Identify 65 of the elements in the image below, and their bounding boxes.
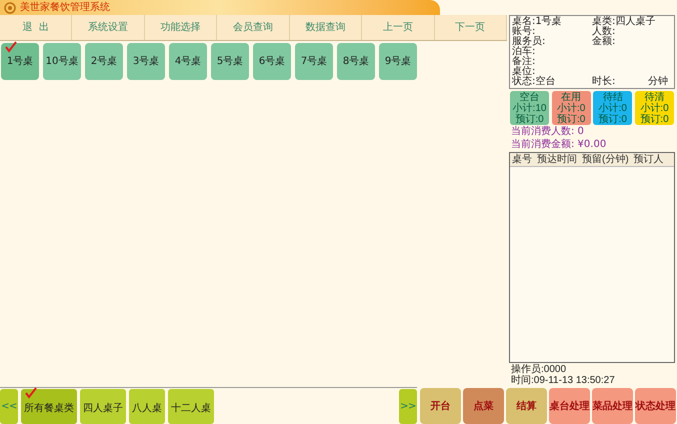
column-header: 桌号 [512, 152, 532, 167]
action-button[interactable]: 开台 [420, 388, 461, 424]
reserved-text: 预订:0 [640, 114, 669, 124]
info-field: 备注: [512, 57, 536, 67]
action-button[interactable]: 点菜 [463, 388, 504, 424]
action-button[interactable]: 状态处理 [635, 388, 676, 424]
reserved-text: 预订:0 [515, 114, 544, 124]
category-button[interactable]: 四人桌子 [80, 389, 126, 424]
summary-text: 当前消费人数: 0 [510, 126, 585, 138]
info-field: 桌位: [512, 67, 536, 77]
table-button[interactable]: 3号桌 [127, 43, 165, 80]
status-name: 在用 [561, 92, 582, 102]
time-text: 时间:09-11-13 13:50:27 [511, 375, 615, 386]
table-button[interactable]: 1号桌 [1, 43, 39, 80]
info-field: 金额: [592, 37, 616, 47]
menu-button[interactable]: 退 出 [0, 15, 72, 40]
menu-button[interactable]: 数据查询 [290, 15, 362, 40]
column-header: 预留(分钟) [582, 152, 629, 167]
column-header: 预订人 [634, 153, 664, 167]
info-field: 时长: [592, 77, 616, 87]
column-header: 预达时间 [537, 152, 577, 167]
action-button[interactable]: 菜品处理 [592, 388, 633, 424]
check-icon [5, 41, 17, 53]
info-field: 状态:空台 [512, 77, 556, 87]
window-title: 美世家餐饮管理系统 [20, 2, 110, 14]
category-button[interactable]: 所有餐桌类 [21, 389, 77, 424]
menu-button[interactable]: 上一页 [362, 15, 435, 40]
status-name: 空台 [520, 92, 540, 102]
prev-button[interactable]: << [0, 389, 18, 424]
menu-button[interactable]: 系统设置 [72, 15, 145, 40]
table-button[interactable]: 10号桌 [43, 43, 81, 80]
subtotal-text: 小计:0 [640, 102, 669, 114]
operator-text: 操作员:0000 [511, 364, 566, 375]
info-field: 人数: [592, 27, 616, 37]
subtotal-text: 小计:10 [512, 102, 546, 114]
menu-button[interactable]: 功能选择 [144, 15, 218, 40]
info-field: 桌名:1号桌 [512, 17, 562, 27]
info-field: 泊车: [512, 47, 536, 57]
menu-button[interactable]: 下一页 [434, 15, 507, 40]
action-button[interactable]: 结算 [506, 388, 547, 424]
info-field: 账号: [512, 27, 536, 37]
info-field: 服务员: [512, 37, 546, 47]
table-button[interactable]: 8号桌 [337, 43, 375, 80]
table-button[interactable]: 6号桌 [253, 43, 291, 80]
menu-button[interactable]: 会员查询 [217, 15, 290, 40]
subtotal-text: 小计:0 [598, 102, 627, 114]
table-button[interactable]: 4号桌 [169, 43, 207, 80]
table-button[interactable]: 2号桌 [85, 43, 123, 80]
table-button[interactable]: 9号桌 [379, 43, 417, 80]
status-name: 待结 [602, 92, 623, 102]
check-icon [25, 387, 37, 399]
info-field: 桌类:四人桌子 [592, 17, 656, 27]
unit-label: 分钟 [648, 77, 668, 87]
logo-icon [4, 2, 16, 14]
category-button[interactable]: 八人桌 [129, 389, 165, 424]
table-button[interactable]: 7号桌 [295, 43, 333, 80]
reserved-text: 预订:0 [556, 114, 586, 124]
subtotal-text: 小计:0 [556, 102, 586, 114]
reserved-text: 预订:0 [598, 114, 627, 124]
category-button[interactable]: 十二人桌 [168, 389, 214, 424]
table-button[interactable]: 5号桌 [211, 43, 249, 80]
action-button[interactable]: 桌台处理 [549, 388, 590, 424]
summary-text: 当前消费金额: ¥0.00 [510, 139, 608, 151]
next-button[interactable]: >> [399, 389, 417, 424]
status-name: 待清 [644, 92, 664, 102]
